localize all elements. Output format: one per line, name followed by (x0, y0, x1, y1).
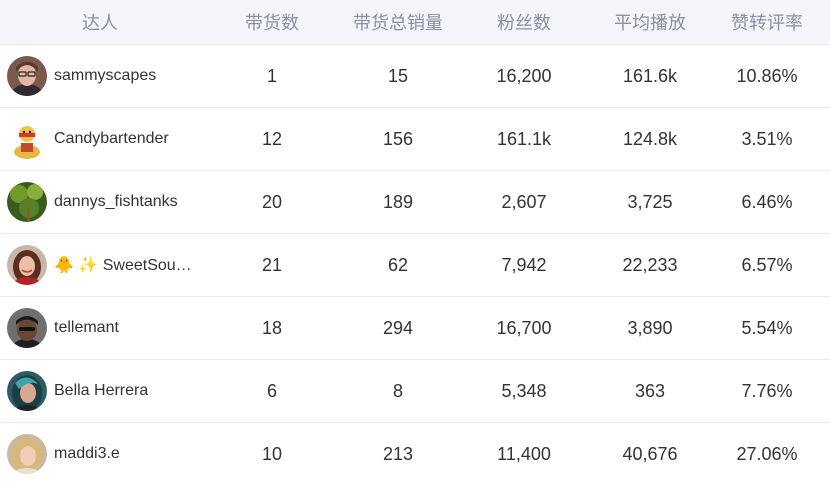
goods-count: 1 (266, 65, 277, 86)
fans-count: 7,942 (501, 254, 547, 275)
engagement-rate: 7.76% (741, 380, 793, 401)
fans-count: 16,700 (496, 317, 552, 338)
avg-play: 3,725 (627, 191, 673, 212)
engagement-rate: 10.86% (736, 65, 798, 86)
engagement-rate: 6.57% (741, 254, 793, 275)
influencer-name[interactable]: tellemant (54, 319, 119, 337)
engagement-rate: 5.54% (741, 317, 793, 338)
table-row[interactable]: sammyscapes 1 15 16,200 161.6k 10.86% (0, 45, 830, 108)
influencer-name[interactable]: sammyscapes (54, 67, 156, 85)
total-sales: 8 (392, 380, 403, 401)
influencer-cell[interactable]: Bella Herrera (0, 371, 200, 411)
influencer-name[interactable]: 🐥 ✨ SweetSou… (54, 255, 192, 275)
influencer-name[interactable]: Candybartender (54, 130, 169, 148)
header-influencer[interactable]: 达人 (0, 9, 200, 35)
header-total-sales[interactable]: 带货总销量 (344, 9, 452, 35)
influencer-name[interactable]: dannys_fishtanks (54, 193, 178, 211)
fans-count: 16,200 (496, 65, 552, 86)
fans-count: 11,400 (497, 443, 551, 464)
person-woman-icon[interactable] (7, 245, 47, 285)
person-blonde-icon[interactable] (7, 434, 47, 474)
avg-play: 124.8k (622, 128, 678, 149)
table-header: 达人 带货数 带货总销量 粉丝数 平均播放 赞转评率 (0, 0, 830, 45)
avg-play: 22,233 (622, 254, 678, 275)
wrestler-cartoon-icon[interactable] (7, 119, 47, 159)
table-row[interactable]: dannys_fishtanks 20 189 2,607 3,725 6.46… (0, 171, 830, 234)
table-row[interactable]: tellemant 18 294 16,700 3,890 5.54% (0, 297, 830, 360)
total-sales: 213 (382, 443, 414, 464)
engagement-rate: 27.06% (736, 443, 798, 464)
influencer-cell[interactable]: sammyscapes (0, 56, 200, 96)
engagement-rate: 6.46% (741, 191, 793, 212)
total-sales: 189 (382, 191, 414, 212)
header-engagement-rate[interactable]: 赞转评率 (704, 9, 830, 35)
goods-count: 12 (261, 128, 283, 149)
influencer-cell[interactable]: 🐥 ✨ SweetSou… (0, 245, 200, 285)
influencer-name[interactable]: maddi3.e (54, 445, 120, 463)
total-sales: 156 (382, 128, 414, 149)
header-fans[interactable]: 粉丝数 (452, 9, 596, 35)
avg-play: 40,676 (622, 443, 678, 464)
total-sales: 15 (387, 65, 409, 86)
table-row[interactable]: maddi3.e 10 213 11,400 40,676 27.06% (0, 423, 830, 485)
fans-count: 2,607 (501, 191, 547, 212)
person-man-cap-icon[interactable] (7, 308, 47, 348)
influencer-cell[interactable]: Candybartender (0, 119, 200, 159)
header-avg-play[interactable]: 平均播放 (596, 9, 704, 35)
table-row[interactable]: 🐥 ✨ SweetSou… 21 62 7,942 22,233 6.57% (0, 234, 830, 297)
fans-count: 161.1k (496, 128, 552, 149)
total-sales: 294 (382, 317, 414, 338)
aquarium-plant-icon[interactable] (7, 182, 47, 222)
influencer-cell[interactable]: maddi3.e (0, 434, 200, 474)
table-row[interactable]: Bella Herrera 6 8 5,348 363 7.76% (0, 360, 830, 423)
influencer-name[interactable]: Bella Herrera (54, 382, 148, 400)
goods-count: 18 (261, 317, 283, 338)
goods-count: 6 (266, 380, 277, 401)
avg-play: 3,890 (627, 317, 673, 338)
total-sales: 62 (387, 254, 409, 275)
avg-play: 363 (634, 380, 666, 401)
person-glasses-icon[interactable] (7, 56, 47, 96)
header-goods-count[interactable]: 带货数 (200, 9, 344, 35)
person-teal-hair-icon[interactable] (7, 371, 47, 411)
table-row[interactable]: Candybartender 12 156 161.1k 124.8k 3.51… (0, 108, 830, 171)
goods-count: 20 (261, 191, 283, 212)
engagement-rate: 3.51% (741, 128, 793, 149)
influencer-cell[interactable]: dannys_fishtanks (0, 182, 200, 222)
goods-count: 21 (261, 254, 283, 275)
influencer-cell[interactable]: tellemant (0, 308, 200, 348)
fans-count: 5,348 (501, 380, 547, 401)
avg-play: 161.6k (622, 65, 678, 86)
goods-count: 10 (261, 443, 283, 464)
influencer-table: 达人 带货数 带货总销量 粉丝数 平均播放 赞转评率 sammyscapes 1… (0, 0, 830, 485)
